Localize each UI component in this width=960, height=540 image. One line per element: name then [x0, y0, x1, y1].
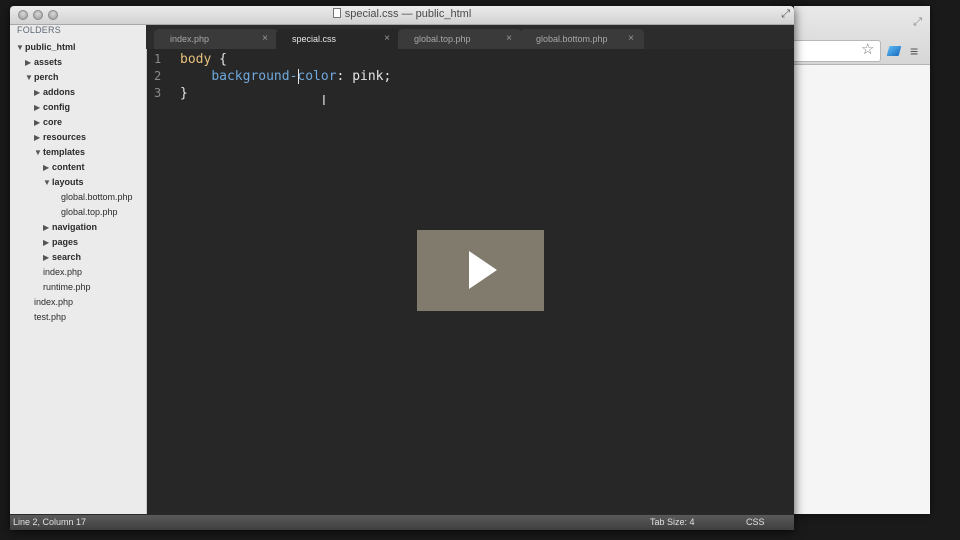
folder-sidebar: FOLDERS ▼public_html ▶ assets ▼perch ▶ addons… [10, 25, 147, 515]
disclosure-open-icon[interactable]: ▼ [43, 176, 52, 190]
css-selector: body [180, 52, 212, 67]
tree-item-label: public_html [25, 42, 76, 52]
semicolon: ; [383, 69, 392, 84]
tab-label: index.php [170, 34, 210, 44]
bookmark-star-icon[interactable]: ☆ [861, 42, 874, 58]
text-cursor-icon: I [322, 94, 326, 109]
browser-fullscreen-icon[interactable]: ⤢ [913, 16, 922, 29]
file-item-test-php[interactable]: test.php [25, 310, 66, 324]
tab-label: global.bottom.php [536, 34, 608, 44]
syntax-selector[interactable]: CSS [746, 515, 765, 530]
close-tab-icon[interactable]: × [506, 29, 512, 49]
code-line: } [180, 85, 188, 102]
tab-special-css[interactable]: special.css × [276, 29, 400, 49]
background-browser-window: ⤢ ☆ ≡ [780, 6, 930, 514]
tree-item-label: content [52, 162, 85, 172]
tree-item-label: pages [52, 237, 79, 247]
folder-item-search[interactable]: ▶ search [43, 250, 81, 264]
folder-item-assets[interactable]: ▶ assets [25, 55, 62, 69]
text-caret [298, 69, 299, 84]
title-bar: special.css — public_html ⤢ [10, 6, 794, 25]
open-brace: { [211, 52, 227, 67]
sidebar-heading: FOLDERS [17, 25, 61, 35]
tab-index-php[interactable]: index.php × [154, 29, 278, 49]
tree-item-label: layouts [52, 177, 84, 187]
tree-item-label: templates [43, 147, 86, 157]
tree-item-label: runtime.php [43, 282, 91, 292]
tree-item-label: search [52, 252, 82, 262]
tab-strip: index.php × special.css × global.top.php… [146, 25, 794, 49]
disclosure-closed-icon[interactable]: ▶ [34, 116, 43, 130]
disclosure-closed-icon[interactable]: ▶ [43, 221, 52, 235]
folder-item-config[interactable]: ▶ config [34, 100, 70, 114]
window-title-text: special.css — public_html [344, 8, 472, 20]
folder-item-layouts[interactable]: ▼layouts [43, 175, 84, 189]
close-tab-icon[interactable]: × [384, 29, 390, 49]
folder-item-core[interactable]: ▶ core [34, 115, 62, 129]
folder-item-public-html[interactable]: ▼public_html [16, 40, 76, 54]
disclosure-closed-icon[interactable]: ▶ [25, 56, 34, 70]
file-item-index-php[interactable]: index.php [25, 295, 73, 309]
tab-label: global.top.php [414, 34, 471, 44]
disclosure-closed-icon[interactable]: ▶ [43, 251, 52, 265]
disclosure-closed-icon[interactable]: ▶ [43, 161, 52, 175]
tree-item-label: global.bottom.php [61, 192, 133, 202]
play-icon [469, 251, 497, 289]
folder-item-content[interactable]: ▶ content [43, 160, 85, 174]
folder-item-addons[interactable]: ▶ addons [34, 85, 75, 99]
code-line: body { [180, 51, 227, 68]
line-number: 3 [154, 86, 162, 100]
disclosure-open-icon[interactable]: ▼ [34, 146, 43, 160]
close-tab-icon[interactable]: × [628, 29, 634, 49]
tree-item-label: config [43, 102, 70, 112]
disclosure-open-icon[interactable]: ▼ [25, 71, 34, 85]
window-title: special.css — public_html [10, 8, 794, 20]
editor-window: special.css — public_html ⤢ FOLDERS ▼pub… [10, 6, 794, 530]
disclosure-closed-icon[interactable]: ▶ [34, 86, 43, 100]
folder-item-resources[interactable]: ▶ resources [34, 130, 86, 144]
tree-item-label: global.top.php [61, 207, 118, 217]
line-number: 2 [154, 69, 162, 83]
colon: : [336, 69, 353, 84]
disclosure-open-icon[interactable]: ▼ [16, 41, 25, 55]
tree-item-label: perch [34, 72, 59, 82]
disclosure-closed-icon[interactable]: ▶ [34, 131, 43, 145]
file-item-global-top-php[interactable]: global.top.php [52, 205, 118, 219]
document-icon [332, 8, 341, 18]
file-item-runtime-php[interactable]: runtime.php [34, 280, 91, 294]
tree-item-label: addons [43, 87, 76, 97]
tree-item-label: navigation [52, 222, 98, 232]
css-value: pink [352, 69, 384, 84]
tab-global-bottom-php[interactable]: global.bottom.php × [520, 29, 644, 49]
tree-item-label: core [43, 117, 63, 127]
tree-item-label: index.php [43, 267, 83, 277]
browser-content [780, 65, 930, 514]
disclosure-closed-icon[interactable]: ▶ [34, 101, 43, 115]
cursor-position: Line 2, Column 17 [13, 517, 87, 527]
file-item-global-bottom-php[interactable]: global.bottom.php [52, 190, 133, 204]
tree-item-label: assets [34, 57, 63, 67]
play-button[interactable] [417, 230, 544, 311]
fullscreen-icon[interactable]: ⤢ [781, 8, 790, 21]
status-bar: Line 2, Column 17 Tab Size: 4 CSS [10, 514, 794, 530]
code-line: background-color: pink; [180, 68, 391, 85]
tree-item-label: resources [43, 132, 87, 142]
tab-size-selector[interactable]: Tab Size: 4 [650, 515, 695, 530]
folder-item-templates[interactable]: ▼templates [34, 145, 85, 159]
close-tab-icon[interactable]: × [262, 29, 268, 49]
file-item-index-php[interactable]: index.php [34, 265, 82, 279]
folder-item-navigation[interactable]: ▶ navigation [43, 220, 97, 234]
close-brace: } [180, 86, 188, 101]
css-property: background-color [211, 69, 337, 84]
disclosure-closed-icon[interactable]: ▶ [43, 236, 52, 250]
folder-item-pages[interactable]: ▶ pages [43, 235, 78, 249]
tab-global-top-php[interactable]: global.top.php × [398, 29, 522, 49]
folder-item-perch[interactable]: ▼perch [25, 70, 59, 84]
browser-menu-icon[interactable]: ≡ [910, 44, 918, 58]
tab-label: special.css [292, 34, 337, 44]
tree-item-label: test.php [34, 312, 67, 322]
tree-item-label: index.php [34, 297, 74, 307]
line-number: 1 [154, 52, 162, 66]
